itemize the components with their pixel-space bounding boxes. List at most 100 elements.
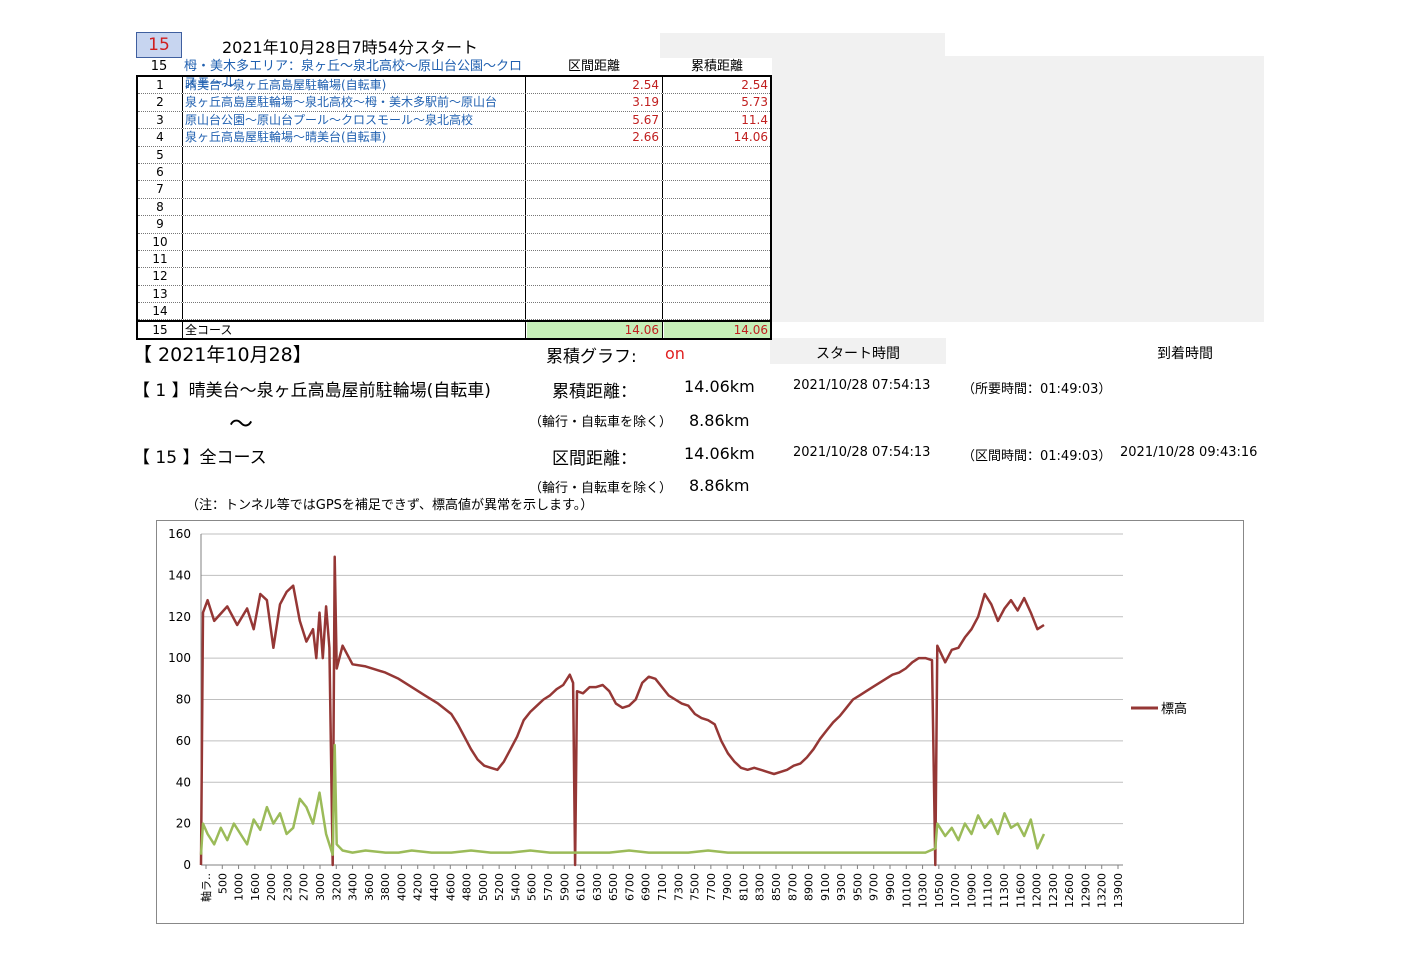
x-tick-label: 3200 — [330, 873, 343, 901]
x-tick-label: 11100 — [982, 873, 995, 908]
column-header-cumulative: 累積距離 — [690, 59, 743, 74]
exclude-value-2: 8.86km — [689, 476, 750, 495]
row-course-name: 泉ヶ丘高島屋駐輪場～晴美台(自転車) — [183, 129, 526, 146]
course-table: 1 晴美台～泉ヶ丘高島屋駐輪場(自転車) 2.54 2.54 2 泉ヶ丘高島屋駐輪場～泉北… — [136, 75, 772, 341]
exclude-label-1: （輪行・自転車を除く） — [529, 415, 673, 430]
x-tick-label: 8500 — [770, 873, 783, 901]
secondary-series-line — [199, 743, 1046, 856]
x-tick-label: 12900 — [1079, 873, 1092, 908]
graph-toggle[interactable]: on — [665, 344, 685, 363]
row-section-distance — [527, 233, 663, 250]
x-tick-label: 6700 — [623, 873, 636, 901]
x-tick-label: 1600 — [249, 873, 262, 901]
cumulative-value: 14.06km — [684, 377, 755, 396]
row-number: 14 — [138, 303, 183, 320]
x-tick-label: 2000 — [265, 873, 278, 901]
row-section-distance — [527, 268, 663, 285]
x-tick-label: 12000 — [1031, 873, 1044, 908]
x-tick-label: 7700 — [705, 873, 718, 901]
row-section-distance — [527, 216, 663, 233]
x-tick-label: 10300 — [917, 873, 930, 908]
table-row[interactable]: 11 — [138, 250, 770, 269]
row-section-distance — [527, 181, 663, 198]
row-section-distance: 14.06 — [527, 322, 663, 339]
x-tick-label: 13900 — [1112, 873, 1125, 908]
section-value: 14.06km — [684, 444, 755, 463]
y-tick-label: 0 — [183, 858, 191, 872]
x-tick-label: 2700 — [298, 873, 311, 901]
table-row[interactable]: 5 — [138, 146, 770, 164]
x-tick-label: 5900 — [558, 873, 571, 901]
x-tick-label: 9700 — [868, 873, 881, 901]
x-tick-label: 6100 — [575, 873, 588, 901]
table-row[interactable]: 7 — [138, 181, 770, 199]
x-tick-label: 500 — [216, 873, 229, 894]
table-row[interactable]: 13 — [138, 285, 770, 304]
start-title: 2021年10月28日7時54分スタート — [222, 38, 478, 57]
course-id-badge[interactable]: 15 — [136, 32, 182, 58]
x-tick-label: 8900 — [803, 873, 816, 901]
row-cumulative-distance: 2.54 — [741, 78, 768, 92]
row-section-distance — [527, 146, 663, 163]
table-row[interactable]: 2 泉ヶ丘高島屋駐輪場～泉北高校～栂・美木多駅前～原山台 3.19 5.73 — [138, 94, 770, 112]
graph-label: 累積グラフ: — [546, 347, 637, 367]
x-tick-label: 6300 — [591, 873, 604, 901]
row-number: 4 — [138, 129, 183, 146]
x-tick-label: 8300 — [754, 873, 767, 901]
table-row[interactable]: 1 晴美台～泉ヶ丘高島屋駐輪場(自転車) 2.54 2.54 — [138, 77, 770, 95]
x-tick-label: 4200 — [412, 873, 425, 901]
row-course-name — [183, 216, 526, 233]
x-tick-label: 9900 — [884, 873, 897, 901]
to-segment[interactable]: 【 15 】全コース — [133, 443, 267, 468]
x-tick-label: 4600 — [444, 873, 457, 901]
x-tick-label: 7500 — [689, 873, 702, 901]
x-tick-label: 5700 — [542, 873, 555, 901]
table-row[interactable]: 6 — [138, 163, 770, 182]
row-cumulative-distance — [664, 147, 770, 163]
row-number: 15 — [138, 322, 183, 339]
cumulative-label: 累積距離： — [552, 382, 637, 402]
row-number: 11 — [138, 250, 183, 268]
table-row[interactable]: 8 — [138, 198, 770, 217]
x-tick-label: 5200 — [493, 873, 506, 901]
legend-label: 標高 — [1161, 701, 1187, 717]
table-row[interactable]: 3 原山台公園～原山台プール～クロスモール～泉北高校 5.67 11.4 — [138, 111, 770, 130]
arrival-time-2: 2021/10/28 09:43:16 — [1120, 445, 1258, 460]
x-tick-label: 4000 — [395, 873, 408, 901]
table-row[interactable]: 4 泉ヶ丘高島屋駐輪場～晴美台(自転車) 2.66 14.06 — [138, 129, 770, 147]
row-course-name: 晴美台～泉ヶ丘高島屋駐輪場(自転車) — [183, 77, 526, 94]
x-tick-label: 10900 — [965, 873, 978, 908]
row-cumulative-distance — [664, 268, 770, 284]
row-course-name — [183, 268, 526, 285]
row-cumulative-distance — [664, 164, 770, 180]
row-section-distance: 2.54 — [527, 77, 663, 94]
row-cumulative-distance: 14.06 — [733, 130, 768, 145]
x-tick-label: 5000 — [477, 873, 490, 901]
x-tick-label: 2300 — [281, 873, 294, 901]
table-row[interactable]: 14 — [138, 303, 770, 321]
table-row[interactable]: 9 — [138, 216, 770, 234]
table-row[interactable]: 12 — [138, 268, 770, 286]
x-tick-label: 7900 — [721, 873, 734, 901]
row-number: 3 — [138, 111, 183, 129]
exclude-value-1: 8.86km — [689, 411, 750, 430]
row-cumulative-distance — [664, 286, 770, 302]
row-section-distance — [527, 285, 663, 303]
row-number: 12 — [138, 268, 183, 285]
row-section-distance — [527, 250, 663, 268]
x-tick-label: 8100 — [737, 873, 750, 901]
row-section-distance — [527, 198, 663, 216]
area-number: 15 — [150, 59, 168, 74]
from-segment[interactable]: 【 1 】晴美台～泉ヶ丘高島屋前駐輪場(自転車) — [133, 376, 491, 401]
row-course-name: 全コース — [183, 322, 526, 339]
y-tick-label: 100 — [168, 651, 191, 665]
gps-note: （注：トンネル等ではGPSを補足できず、標高値が異常を示します。） — [186, 498, 594, 513]
summary-date: 【 2021年10月28】 — [133, 344, 312, 366]
row-course-name — [183, 285, 526, 303]
x-tick-label: 4400 — [428, 873, 441, 901]
row-cumulative-distance: 11.4 — [741, 112, 768, 127]
table-row[interactable]: 10 — [138, 233, 770, 251]
y-tick-label: 20 — [176, 817, 191, 831]
x-tick-label: 9300 — [835, 873, 848, 901]
total-row[interactable]: 15 全コース 14.06 14.06 — [138, 320, 770, 341]
